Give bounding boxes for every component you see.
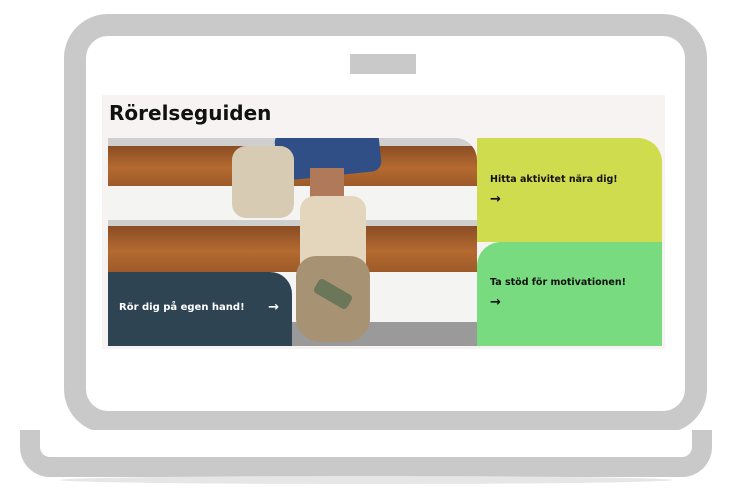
laptop-base-shadow — [60, 476, 672, 484]
stair-tread — [108, 226, 477, 272]
card-move-on-your-own[interactable]: Rör dig på egen hand! → — [108, 272, 292, 346]
card-motivation-support[interactable]: Ta stöd för motivationen! → — [477, 242, 662, 346]
arrow-right-icon: → — [268, 300, 280, 315]
card-motivation-support-label: Ta stöd för motivationen! — [490, 277, 626, 288]
card-move-on-your-own-label: Rör dig på egen hand! — [119, 302, 245, 313]
arrow-right-icon: → — [490, 295, 501, 310]
back-shoe — [232, 146, 294, 218]
page-title: Rörelseguiden — [109, 101, 272, 125]
laptop-camera — [350, 54, 416, 74]
screen-content: Rörelseguiden Rör dig på egen hand! → Hi… — [102, 95, 665, 349]
card-find-activity-label: Hitta aktivitet nära dig! — [490, 174, 618, 185]
card-find-activity[interactable]: Hitta aktivitet nära dig! → — [477, 138, 662, 242]
laptop-base — [20, 430, 712, 477]
arrow-right-icon: → — [490, 192, 501, 207]
